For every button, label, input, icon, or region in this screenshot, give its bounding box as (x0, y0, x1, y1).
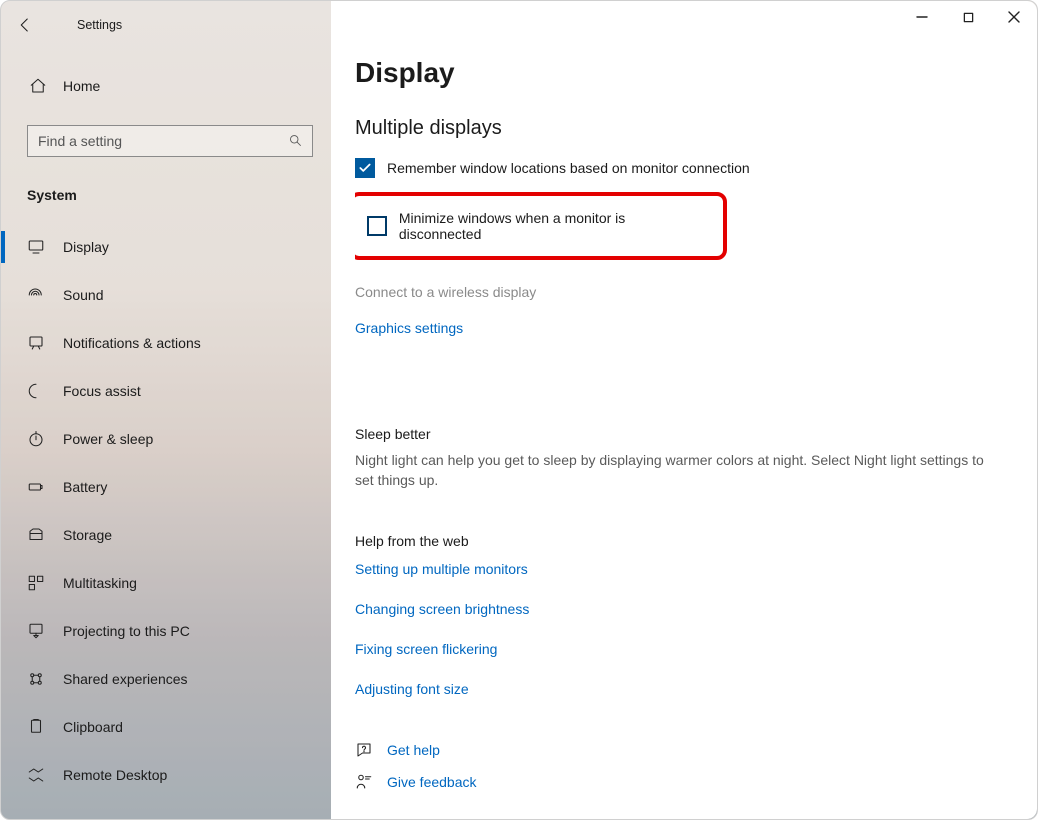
nav-icon (27, 622, 45, 640)
nav-icon (27, 238, 45, 256)
search-box[interactable] (27, 125, 313, 157)
sidebar-item-sound[interactable]: Sound (1, 271, 331, 319)
get-help-link[interactable]: Get help (387, 742, 440, 758)
sidebar-category: System (1, 173, 331, 217)
nav-label: Multitasking (63, 575, 137, 591)
nav-icon (27, 334, 45, 352)
section-multiple-displays: Multiple displays (355, 117, 1013, 140)
sidebar-item-remote-desktop[interactable]: Remote Desktop (1, 751, 331, 799)
titlebar-left: Settings (1, 1, 331, 49)
section-sleep-better: Sleep better (355, 426, 1013, 442)
help-links: Setting up multiple monitors Changing scr… (355, 557, 1013, 707)
checkbox-label: Remember window locations based on monit… (387, 160, 750, 176)
nav-icon (27, 670, 45, 688)
nav-label: Storage (63, 527, 112, 543)
nav-icon (27, 718, 45, 736)
nav-icon (27, 430, 45, 448)
nav-icon (27, 766, 45, 784)
nav-icon (27, 574, 45, 592)
nav-label: Power & sleep (63, 431, 153, 447)
nav-icon (27, 526, 45, 544)
help-link[interactable]: Setting up multiple monitors (355, 561, 1013, 577)
sidebar-item-projecting-to-this-pc[interactable]: Projecting to this PC (1, 607, 331, 655)
checkbox-label: Minimize windows when a monitor is disco… (399, 210, 709, 242)
window-controls (899, 1, 1037, 33)
sidebar-nav: Display Sound Notifications & actions Focus… (1, 223, 331, 799)
checkbox-remember-locations[interactable]: Remember window locations based on monit… (355, 158, 1013, 178)
checkbox-icon (367, 216, 387, 236)
maximize-button[interactable] (945, 1, 991, 33)
window-title: Settings (49, 18, 122, 32)
nav-label: Sound (63, 287, 103, 303)
footer-links: Get help Give feedback (355, 741, 1013, 791)
sidebar-item-storage[interactable]: Storage (1, 511, 331, 559)
page-title: Display (355, 57, 1013, 89)
nav-label: Clipboard (63, 719, 123, 735)
sidebar-item-shared-experiences[interactable]: Shared experiences (1, 655, 331, 703)
sidebar-item-display[interactable]: Display (1, 223, 331, 271)
connect-wireless-display: Connect to a wireless display (355, 284, 1013, 300)
section-help-from-web: Help from the web (355, 533, 1013, 549)
give-feedback-row[interactable]: Give feedback (355, 773, 1013, 791)
sidebar-body: Home System Display Sound Notifications & … (1, 49, 331, 819)
sidebar: Settings Home System Display Sound Notific… (1, 1, 331, 819)
nav-icon (27, 286, 45, 304)
nav-label: Display (63, 239, 109, 255)
help-link[interactable]: Fixing screen flickering (355, 641, 1013, 657)
search-icon (288, 133, 303, 151)
sidebar-home[interactable]: Home (1, 63, 331, 109)
sidebar-item-multitasking[interactable]: Multitasking (1, 559, 331, 607)
sidebar-item-notifications-actions[interactable]: Notifications & actions (1, 319, 331, 367)
nav-label: Shared experiences (63, 671, 188, 687)
main-body: Display Multiple displays Remember windo… (355, 57, 1013, 819)
help-icon (355, 741, 373, 759)
settings-window: Settings Home System Display Sound Notific… (0, 0, 1038, 820)
get-help-row[interactable]: Get help (355, 741, 1013, 759)
sidebar-item-clipboard[interactable]: Clipboard (1, 703, 331, 751)
checkbox-minimize-on-disconnect[interactable]: Minimize windows when a monitor is disco… (355, 192, 727, 260)
nav-icon (27, 382, 45, 400)
home-icon (29, 77, 47, 95)
nav-label: Focus assist (63, 383, 141, 399)
home-label: Home (63, 78, 100, 94)
sidebar-item-battery[interactable]: Battery (1, 463, 331, 511)
help-link[interactable]: Adjusting font size (355, 681, 1013, 697)
sleep-better-body: Night light can help you get to sleep by… (355, 450, 995, 491)
give-feedback-link[interactable]: Give feedback (387, 774, 477, 790)
minimize-button[interactable] (899, 1, 945, 33)
main-panel: Display Multiple displays Remember windo… (331, 1, 1037, 819)
checkbox-icon (355, 158, 375, 178)
back-button[interactable] (1, 1, 49, 49)
feedback-icon (355, 773, 373, 791)
nav-label: Remote Desktop (63, 767, 167, 783)
nav-icon (27, 478, 45, 496)
graphics-settings-link[interactable]: Graphics settings (355, 320, 463, 336)
nav-label: Notifications & actions (63, 335, 201, 351)
close-button[interactable] (991, 1, 1037, 33)
search-input[interactable] (27, 125, 313, 157)
help-link[interactable]: Changing screen brightness (355, 601, 1013, 617)
sidebar-item-focus-assist[interactable]: Focus assist (1, 367, 331, 415)
nav-label: Battery (63, 479, 107, 495)
nav-label: Projecting to this PC (63, 623, 190, 639)
sidebar-item-power-sleep[interactable]: Power & sleep (1, 415, 331, 463)
